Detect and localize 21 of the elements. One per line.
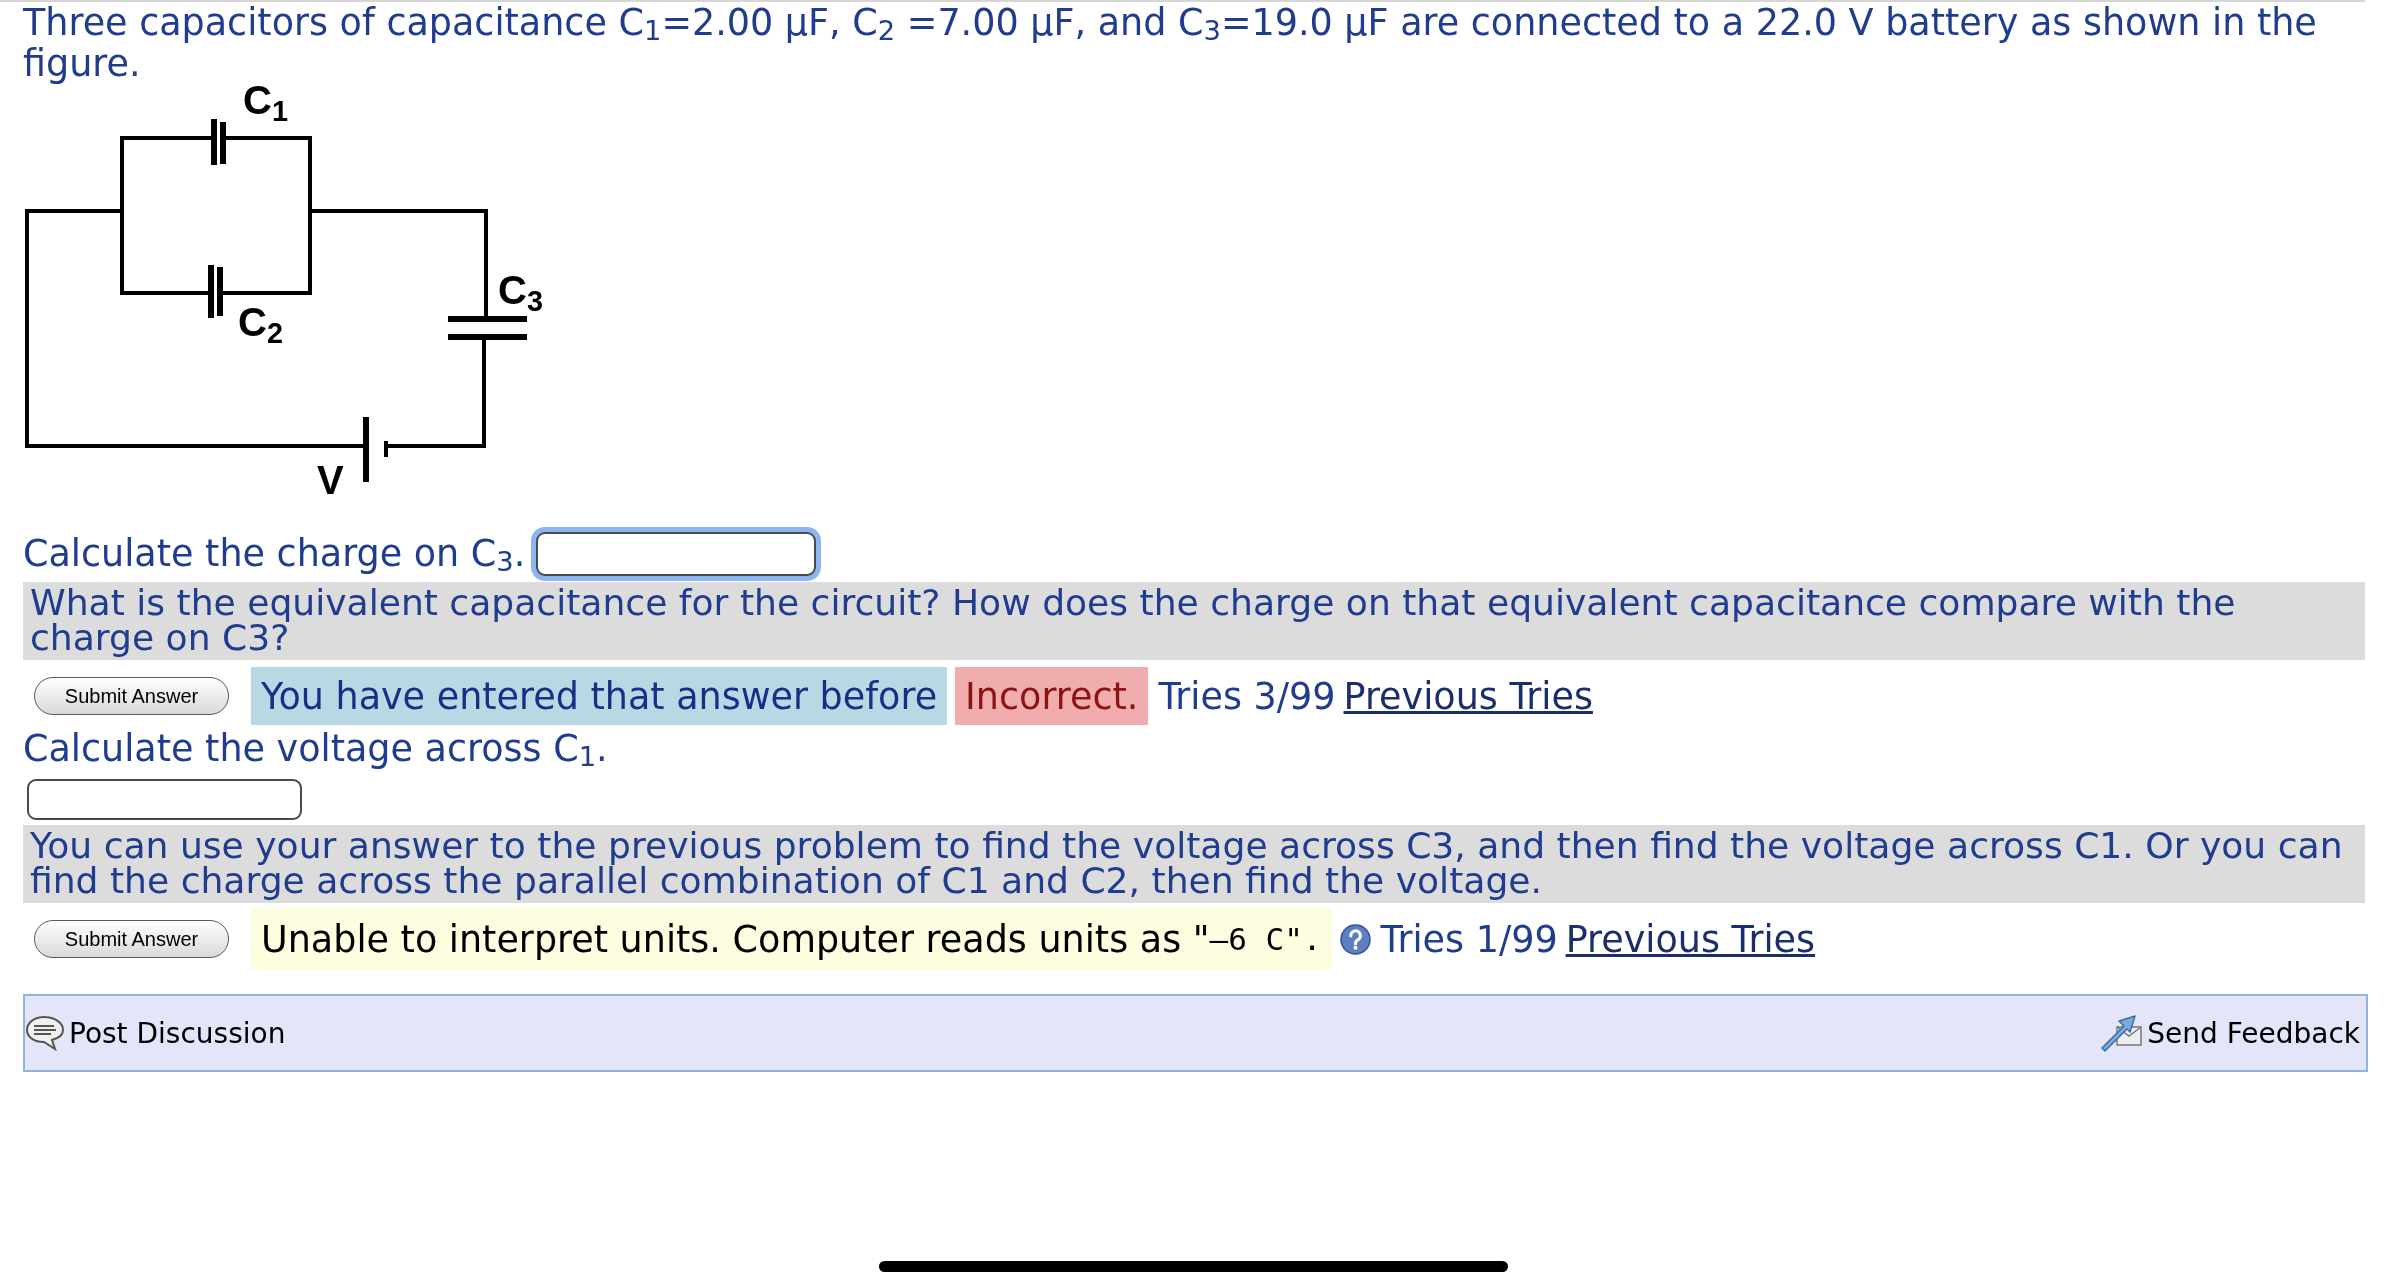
post-discussion-link[interactable]: Post Discussion: [25, 1015, 286, 1051]
hint-panel: What is the equivalent capacitance for the circuit? How does the charge on that equivalent capacitance compare with the charge on C3?: [23, 582, 2365, 660]
circuit-label: C$_{3}$: [498, 270, 543, 310]
circuit-label: C$_{2}$: [238, 302, 283, 342]
answer-field[interactable]: [536, 532, 817, 576]
feedback-message: You have entered that answer before: [251, 667, 948, 725]
prompt-text: Calculate the voltage across C$_{1}$.: [23, 728, 608, 770]
feedback-message: Unable to interpret units. Computer reads units as "–6 C".: [251, 908, 1332, 970]
prompt-text: Calculate the charge on C$_{3}$.: [23, 533, 526, 575]
previous-tries-link[interactable]: Previous Tries: [1565, 917, 1816, 961]
answer-field[interactable]: [27, 779, 302, 820]
help-icon[interactable]: [1339, 923, 1371, 955]
send-feedback-link[interactable]: Send Feedback: [2099, 1011, 2360, 1055]
tries-count: Tries 1/99: [1380, 917, 1558, 961]
feedback-message: Incorrect.: [955, 667, 1149, 725]
hint-panel: You can use your answer to the previous problem to find the voltage across C3, and then find the voltage across C1. Or you can find the charge across the parallel combination of C1 and C2, then find the voltage.: [23, 825, 2365, 903]
submit-answer-button[interactable]: Submit Answer: [34, 920, 229, 958]
submit-answer-button[interactable]: Submit Answer: [34, 677, 229, 715]
tries-count: Tries 3/99: [1158, 674, 1336, 718]
circuit-label: V: [317, 460, 344, 500]
previous-tries-link[interactable]: Previous Tries: [1343, 674, 1593, 718]
